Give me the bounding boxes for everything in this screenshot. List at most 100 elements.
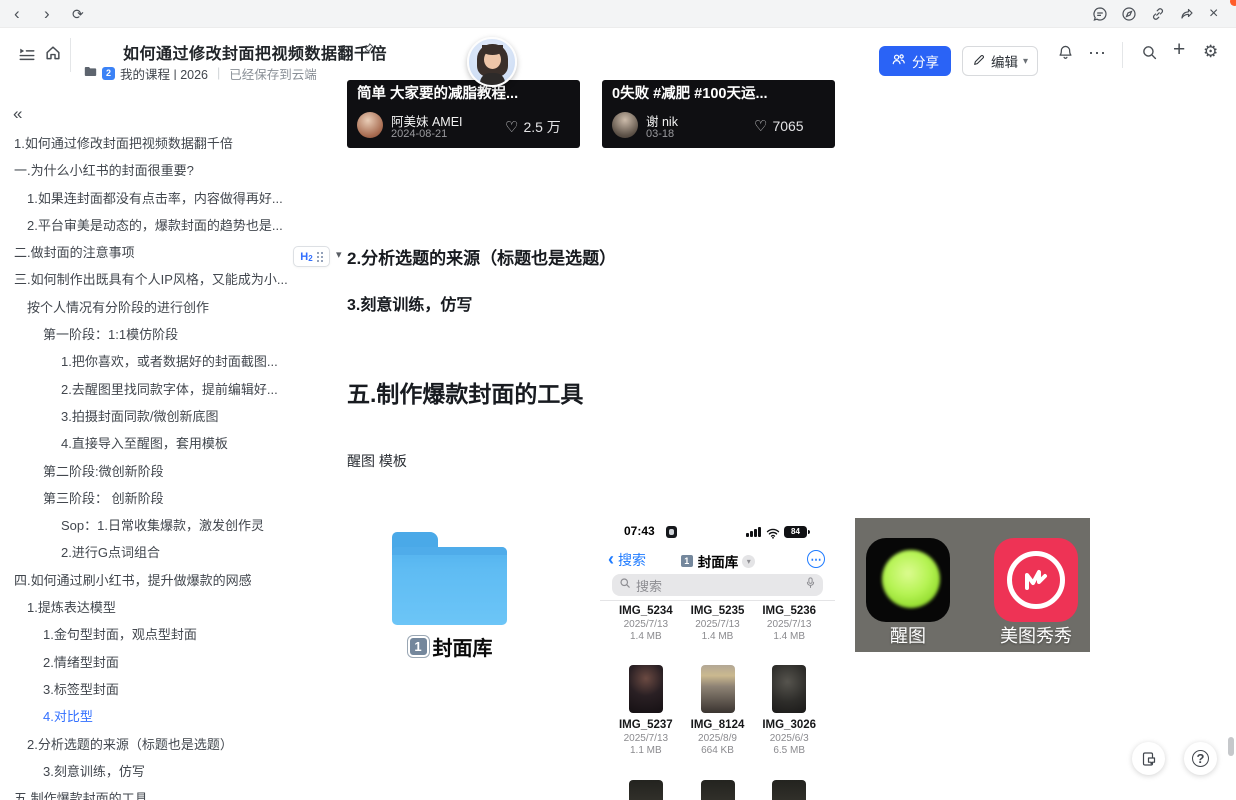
section-heading[interactable]: 3.刻意训练，仿写	[347, 291, 472, 315]
heart-icon: ♡	[505, 118, 518, 136]
search-icon[interactable]	[1141, 44, 1158, 61]
file-size: 664 KB	[682, 745, 754, 756]
edit-button[interactable]: 编辑 ▾	[962, 46, 1038, 76]
breadcrumb-separator: |	[213, 66, 224, 80]
file-name: IMG_5234	[610, 605, 682, 617]
file-item[interactable]: IMG_52352025/7/131.4 MB	[682, 605, 754, 642]
section-heading[interactable]: 2.分析选题的来源（标题也是选题）	[347, 244, 616, 269]
breadcrumb[interactable]: 2 我的课程 | 2026 | 已经保存到云端	[84, 65, 317, 81]
app-icons-image[interactable]: 醒图 美图秀秀	[855, 518, 1090, 652]
heading-level-handle[interactable]: H2	[293, 246, 330, 267]
outline-item[interactable]: 3.标签型封面	[0, 676, 292, 703]
link-icon[interactable]	[1150, 6, 1166, 22]
cover-example-card[interactable]: 0失败 #减肥 #100天运... 谢 nik 03-18 ♡ 7065	[602, 80, 835, 148]
outline-toggle-icon[interactable]	[18, 45, 36, 63]
section-heading[interactable]: 五.制作爆款封面的工具	[347, 375, 583, 409]
file-item[interactable]: IMG_81242025/8/9664 KB	[682, 665, 754, 756]
outline-item[interactable]: 1.把你喜欢，或者数据好的封面截图...	[0, 348, 292, 375]
folder-image[interactable]: 1 封面库	[388, 518, 588, 668]
file-item[interactable]: IMG_52362025/7/131.4 MB	[753, 605, 825, 642]
card-date: 2024-08-21	[391, 128, 447, 140]
files-search-bar[interactable]: 搜索	[612, 574, 823, 596]
outline-item[interactable]: Sop：1.日常收集爆款，激发创作灵	[0, 512, 292, 539]
file-item[interactable]: IMG_52372025/7/131.1 MB	[610, 665, 682, 756]
battery-icon: 84	[784, 526, 807, 538]
outline-item[interactable]: 2.进行G点词组合	[0, 539, 292, 566]
card-title: 0失败 #减肥 #100天运...	[612, 82, 768, 103]
mic-icon[interactable]	[805, 576, 816, 595]
chevron-down-icon: ▾	[742, 555, 755, 568]
outline-item[interactable]: 1.如果连封面都没有点击率，内容做得再好...	[0, 185, 292, 212]
reload-icon[interactable]: ⟳	[72, 1, 84, 27]
browser-back-icon[interactable]: ‹	[14, 1, 20, 27]
files-more-button[interactable]: ⋯	[807, 550, 825, 568]
file-item[interactable]	[610, 780, 682, 800]
document-canvas: 简单 大家要的减脂教程... 阿美妹 AMEI 2024-08-21 ♡ 2.5…	[292, 80, 1236, 800]
share-label: 分享	[912, 51, 939, 71]
outline-item[interactable]: 三.如何制作出既具有个人IP风格，又能成为小...	[0, 266, 292, 293]
help-button[interactable]: ?	[1184, 742, 1217, 775]
pencil-icon	[972, 53, 986, 70]
outline-item[interactable]: 2.平台审美是动态的，爆款封面的趋势也是...	[0, 212, 292, 239]
collapse-caret-icon[interactable]: ▾	[336, 248, 342, 261]
outline-item[interactable]: 3.刻意训练，仿写	[0, 758, 292, 785]
gear-icon[interactable]: ⚙	[1203, 43, 1218, 61]
sidebar-collapse-icon[interactable]: «	[13, 104, 22, 124]
more-icon[interactable]: ⋯	[1088, 44, 1106, 62]
scrollbar-thumb[interactable]	[1228, 737, 1234, 756]
cover-example-card[interactable]: 简单 大家要的减脂教程... 阿美妹 AMEI 2024-08-21 ♡ 2.5…	[347, 80, 580, 148]
outline-item[interactable]: 2.去醒图里找同款字体，提前编辑好...	[0, 376, 292, 403]
outline-item[interactable]: 3.拍摄封面同款/微创新底图	[0, 403, 292, 430]
outline-list: 1.如何通过修改封面把视频数据翻千倍一.为什么小红书的封面很重要?1.如果连封面…	[0, 130, 292, 800]
heart-icon: ♡	[754, 117, 767, 135]
wifi-icon	[766, 526, 780, 544]
file-item[interactable]	[753, 780, 825, 800]
file-item[interactable]: IMG_5234 2025/7/131.4 MB	[610, 605, 682, 642]
add-icon[interactable]: +	[1173, 41, 1185, 59]
drag-handle-icon[interactable]	[316, 251, 323, 262]
outline-item[interactable]: 1.提炼表达模型	[0, 594, 292, 621]
compass-icon[interactable]	[1121, 6, 1137, 22]
file-item[interactable]	[682, 780, 754, 800]
browser-forward-icon[interactable]: ›	[44, 1, 50, 27]
outline-item[interactable]: 五.制作爆款封面的工具	[0, 785, 292, 800]
file-size: 1.4 MB	[610, 631, 682, 642]
home-icon[interactable]	[44, 44, 62, 62]
phone-screenshot-image[interactable]: 07:43 84 ‹ 搜索 1 封面库 ▾ ⋯	[600, 518, 835, 800]
file-name: IMG_5237	[610, 719, 682, 731]
keycap-1-icon: 1	[408, 636, 429, 657]
toolbar-divider	[1122, 42, 1123, 68]
outline-item[interactable]: 按个人情况有分阶段的进行创作	[0, 294, 292, 321]
outline-item[interactable]: 4.对比型	[0, 703, 292, 730]
outline-item[interactable]: 1.金句型封面，观点型封面	[0, 621, 292, 648]
outline-item[interactable]: 一.为什么小红书的封面很重要?	[0, 157, 292, 184]
doc-number-badge: 2	[102, 67, 115, 80]
close-icon[interactable]: ×	[1209, 2, 1218, 26]
outline-item[interactable]: 2.情绪型封面	[0, 649, 292, 676]
comment-icon[interactable]	[1092, 6, 1108, 22]
bell-icon[interactable]	[1057, 44, 1074, 61]
outline-item[interactable]: 2.分析选题的来源（标题也是选题）	[0, 731, 292, 758]
outline-item[interactable]: 第一阶段：1:1模仿阶段	[0, 321, 292, 348]
user-avatar[interactable]	[467, 37, 517, 87]
outline-item[interactable]: 第二阶段:微创新阶段	[0, 458, 292, 485]
outline-item[interactable]: 4.直接导入至醒图，套用模板	[0, 430, 292, 457]
file-thumbnail	[772, 780, 806, 800]
card-likes: ♡ 2.5 万	[505, 117, 561, 137]
file-item[interactable]: IMG_30262025/6/36.5 MB	[753, 665, 825, 756]
file-date: 2025/7/13	[610, 619, 682, 630]
outline-item[interactable]: 第三阶段： 创新阶段	[0, 485, 292, 512]
share-forward-icon[interactable]	[1179, 6, 1195, 22]
comments-panel-button[interactable]	[1132, 742, 1165, 775]
pin-icon[interactable]	[362, 42, 375, 60]
file-size: 1.4 MB	[753, 631, 825, 642]
files-folder-title[interactable]: 1 封面库 ▾	[600, 551, 835, 571]
file-date: 2025/7/13	[682, 619, 754, 630]
status-time: 07:43	[624, 524, 655, 538]
paragraph-text[interactable]: 醒图 模板	[347, 451, 407, 471]
file-name: IMG_5236	[753, 605, 825, 617]
outline-item[interactable]: 四.如何通过刷小红书，提升做爆款的网感	[0, 567, 292, 594]
share-button[interactable]: 分享	[879, 46, 951, 76]
outline-item[interactable]: 二.做封面的注意事项	[0, 239, 292, 266]
outline-item[interactable]: 1.如何通过修改封面把视频数据翻千倍	[0, 130, 292, 157]
